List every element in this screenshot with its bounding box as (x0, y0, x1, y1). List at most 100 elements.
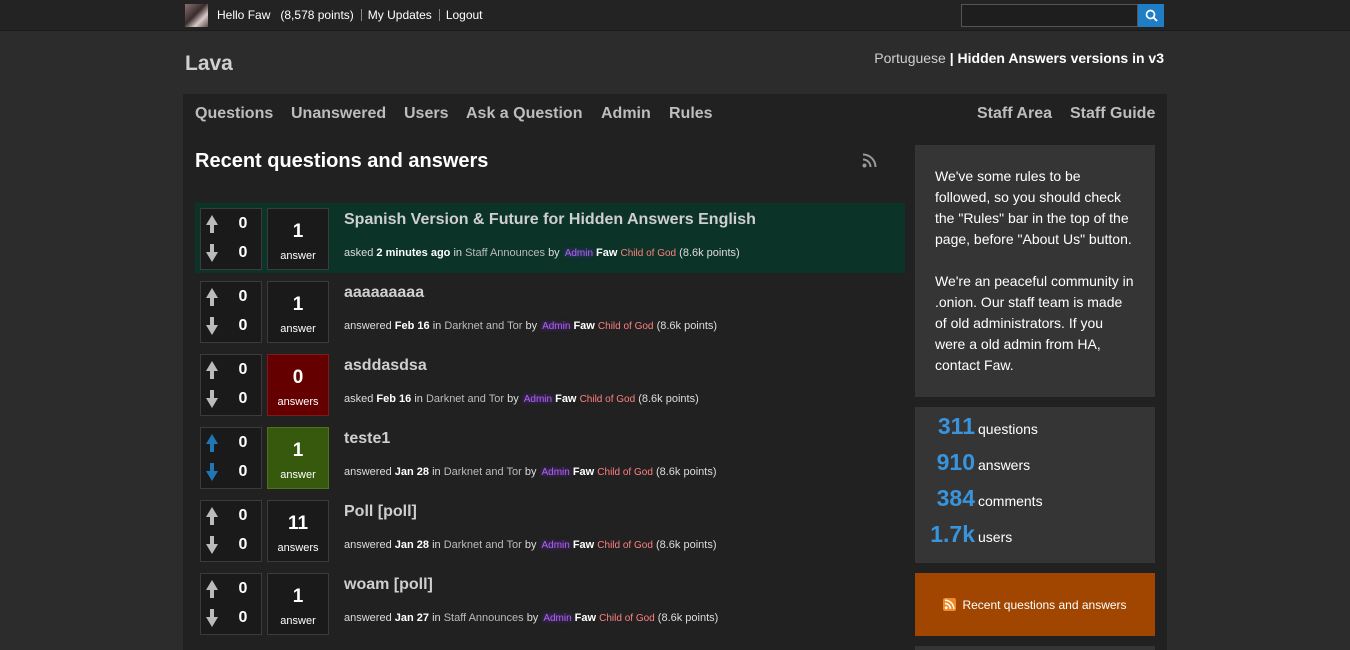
meta-user[interactable]: Faw (596, 247, 617, 259)
arrow-up-icon (206, 434, 218, 452)
rss-icon (943, 598, 957, 611)
main-nav: Questions Unanswered Users Ask a Questio… (183, 94, 1167, 134)
nav-staff-guide[interactable]: Staff Guide (1070, 105, 1155, 123)
admin-badge: Admin (543, 613, 572, 624)
search-button[interactable] (1138, 4, 1164, 27)
vote-box: 0 0 (200, 573, 262, 635)
meta-in: in (432, 539, 441, 551)
vote-up-button[interactable] (204, 577, 220, 601)
answer-count-box: 11 answers (267, 500, 329, 562)
upvote-count: 0 (238, 215, 248, 232)
rss-feed-link[interactable] (862, 153, 877, 173)
answer-count-label: answers (277, 542, 319, 554)
answer-count-label: answer (280, 250, 316, 262)
meta-category[interactable]: Darknet and Tor (444, 466, 522, 478)
question-meta: asked 2 minutes ago in Staff Announces b… (344, 247, 740, 259)
site-title[interactable]: Lava (185, 52, 233, 76)
arrow-down-icon (206, 390, 218, 408)
question-meta: answered Jan 27 in Staff Announces by Adm… (344, 612, 718, 624)
meta-by: by (524, 466, 537, 478)
admin-badge: Admin (541, 467, 570, 478)
meta-when[interactable]: Jan 28 (395, 466, 429, 478)
stat-number: 910 (936, 449, 975, 475)
user-avatar[interactable] (185, 4, 208, 27)
username-link[interactable]: Faw (248, 8, 271, 22)
greeting-text: Hello (217, 8, 245, 22)
meta-category[interactable]: Staff Announces (444, 612, 524, 624)
answer-count-label: answers (277, 396, 319, 408)
nav-questions[interactable]: Questions (195, 105, 273, 123)
vote-up-button[interactable] (204, 285, 220, 309)
user-links: Hello Faw (8,578 points) My Updates Logout (217, 8, 483, 22)
arrow-down-icon (206, 609, 218, 627)
divider (438, 9, 440, 21)
user-points: (8.6k points) (656, 320, 718, 332)
nav-users[interactable]: Users (404, 105, 448, 123)
user-title: Child of God (597, 540, 653, 551)
meta-in: in (414, 393, 423, 405)
question-title[interactable]: aaaaaaaaa (344, 284, 424, 302)
meta-when[interactable]: 2 minutes ago (376, 247, 450, 259)
vote-up-button[interactable] (204, 358, 220, 382)
meta-when[interactable]: Feb 16 (395, 320, 430, 332)
portuguese-link[interactable]: Portuguese (874, 50, 946, 66)
question-title[interactable]: Poll [poll] (344, 503, 417, 521)
question-item: 0 0 11 answers Poll [poll] answered Jan … (195, 495, 905, 565)
meta-category[interactable]: Darknet and Tor (426, 393, 504, 405)
user-title: Child of God (599, 613, 655, 624)
answer-count-box: 0 answers (267, 354, 329, 416)
vote-down-button[interactable] (204, 241, 220, 265)
rules-notice: We've some rules to be followed, so you … (915, 145, 1155, 397)
user-points: (8.6k points) (657, 612, 719, 624)
vote-down-button[interactable] (204, 387, 220, 411)
meta-user[interactable]: Faw (573, 466, 594, 478)
vote-up-button[interactable] (204, 431, 220, 455)
question-title[interactable]: woam [poll] (344, 576, 433, 594)
meta-in: in (432, 466, 441, 478)
question-title[interactable]: Spanish Version & Future for Hidden Answ… (344, 211, 756, 229)
page-title: Recent questions and answers (195, 150, 489, 172)
rss-feed-button[interactable]: Recent questions and answers (915, 573, 1155, 636)
meta-when[interactable]: Jan 28 (395, 539, 429, 551)
meta-category[interactable]: Darknet and Tor (444, 320, 522, 332)
stat-number: 1.7k (930, 521, 975, 547)
my-updates-link[interactable]: My Updates (368, 8, 432, 22)
vote-down-button[interactable] (204, 533, 220, 557)
site-stats: 311 questions 910 answers 384 comments 1… (915, 407, 1155, 563)
meta-user[interactable]: Faw (555, 393, 576, 405)
logout-link[interactable]: Logout (446, 8, 483, 22)
vote-up-button[interactable] (204, 504, 220, 528)
nav-rules[interactable]: Rules (669, 105, 713, 123)
community-paragraph: We're an peaceful community in .onion. O… (935, 273, 1134, 373)
meta-when[interactable]: Feb 16 (376, 393, 411, 405)
rules-paragraph: We've some rules to be followed, so you … (935, 168, 1132, 247)
nav-ask-question[interactable]: Ask a Question (466, 105, 582, 123)
arrow-up-icon (206, 288, 218, 306)
vote-down-button[interactable] (204, 314, 220, 338)
nav-admin[interactable]: Admin (601, 105, 651, 123)
vote-down-button[interactable] (204, 460, 220, 484)
question-title[interactable]: teste1 (344, 430, 390, 448)
downvote-count: 0 (238, 536, 248, 553)
top-bar: Hello Faw (8,578 points) My Updates Logout (0, 0, 1350, 31)
question-meta: answered Jan 28 in Darknet and Tor by Adm… (344, 466, 716, 478)
question-title[interactable]: asddasdsa (344, 357, 427, 375)
meta-category[interactable]: Darknet and Tor (444, 539, 522, 551)
vote-up-button[interactable] (204, 212, 220, 236)
vote-down-button[interactable] (204, 606, 220, 630)
meta-by: by (526, 612, 539, 624)
nav-unanswered[interactable]: Unanswered (291, 105, 386, 123)
versions-link[interactable]: Hidden Answers versions in v3 (958, 50, 1164, 66)
search-input[interactable] (961, 4, 1138, 27)
meta-category[interactable]: Staff Announces (465, 247, 545, 259)
arrow-down-icon (206, 244, 218, 262)
answer-count-box: 1 answer (267, 427, 329, 489)
meta-user[interactable]: Faw (575, 612, 596, 624)
nav-staff-area[interactable]: Staff Area (977, 105, 1052, 123)
meta-when[interactable]: Jan 27 (395, 612, 429, 624)
meta-user[interactable]: Faw (573, 320, 594, 332)
meta-user[interactable]: Faw (573, 539, 594, 551)
meta-in: in (432, 320, 442, 332)
question-meta: asked Feb 16 in Darknet and Tor by Admin F… (344, 393, 699, 405)
stat-comments: 384 comments (915, 485, 1155, 517)
